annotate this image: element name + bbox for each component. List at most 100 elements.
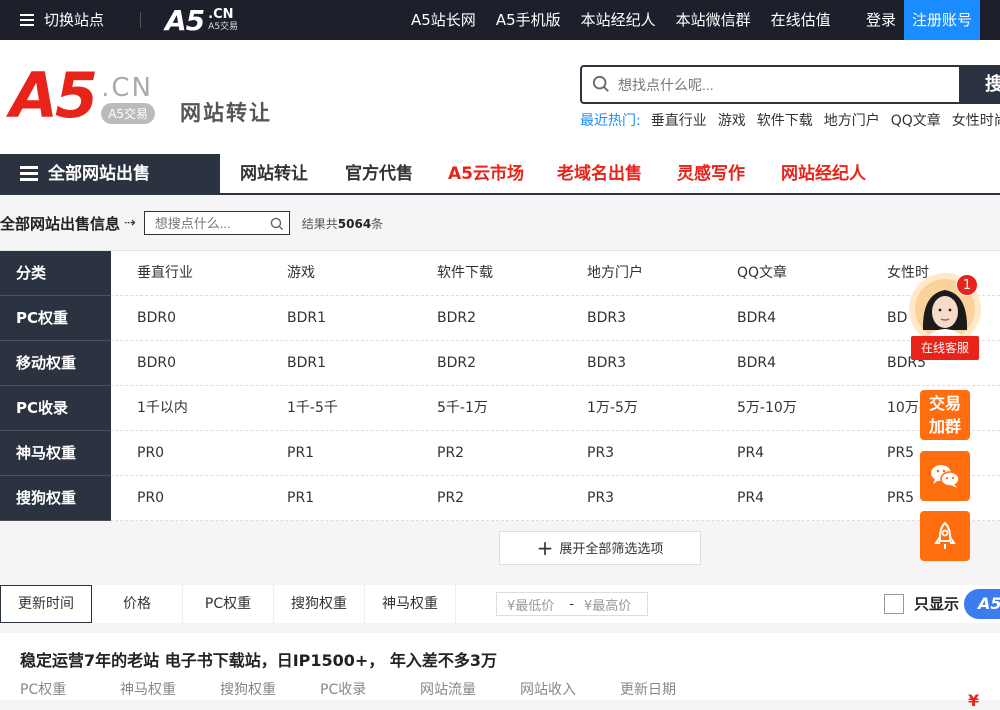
divider (140, 12, 141, 28)
nav-official-sale[interactable]: 官方代售 (345, 154, 413, 194)
filter-option[interactable]: PR3 (587, 431, 614, 476)
menu-icon (20, 166, 38, 182)
filter-option[interactable]: BDR0 (137, 296, 176, 341)
hot-item[interactable]: 女性时尚 (952, 110, 1000, 130)
search-button[interactable]: 搜索 (959, 65, 1000, 104)
results-bar: 全部网站出售信息 ⇢ 结果共5064条 (0, 205, 1000, 241)
filter-option[interactable]: BDR1 (287, 341, 326, 386)
join-group-button[interactable]: 交易 加群 (920, 390, 970, 440)
switch-site-label: 切换站点 (44, 11, 105, 29)
filter-option[interactable]: PR1 (287, 431, 314, 476)
login-link[interactable]: 登录 (866, 0, 896, 40)
hot-item[interactable]: 游戏 (718, 110, 746, 130)
filter-row-shenma-weight: 神马权重 PR0 PR1 PR2 PR3 PR4 PR5 (0, 431, 1000, 476)
search-input[interactable] (618, 67, 948, 102)
filter-option[interactable]: 1万-5万 (587, 386, 638, 431)
sort-update-time[interactable]: 更新时间 (0, 585, 92, 623)
top-link-mobile[interactable]: A5手机版 (496, 0, 561, 40)
filter-option[interactable]: PR2 (437, 476, 464, 521)
filter-option[interactable]: 5千-1万 (437, 386, 488, 431)
all-sites-menu[interactable]: 全部网站出售 (0, 154, 220, 195)
hot-item[interactable]: QQ文章 (891, 110, 941, 130)
filter-option[interactable]: BDR1 (287, 296, 326, 341)
hot-item[interactable]: 地方门户 (824, 110, 880, 130)
filter-option[interactable]: BDR4 (737, 341, 776, 386)
filter-option[interactable]: 1千以内 (137, 386, 188, 431)
price-range: ¥最低价 - ¥最高价 (496, 592, 648, 616)
top-logo-sub: A5交易 (208, 22, 239, 32)
top-link-wechat-group[interactable]: 本站微信群 (676, 0, 751, 40)
filter-option[interactable]: PR1 (287, 476, 314, 521)
filter-option[interactable]: PR3 (587, 476, 614, 521)
filter-option[interactable]: 垂直行业 (137, 251, 193, 296)
filter-option[interactable]: 1千-5千 (287, 386, 338, 431)
expand-filters-button[interactable]: + 展开全部筛选选项 (499, 531, 701, 565)
listing-col: 神马权重 (120, 682, 176, 698)
top-bar: 切换站点 A5 .CN A5交易 A5站长网 A5手机版 本站经纪人 本站微信群… (0, 0, 1000, 40)
filter-option[interactable]: BDR3 (587, 296, 626, 341)
filter-label: PC收录 (0, 386, 111, 431)
filter-label: 搜狗权重 (0, 476, 111, 521)
switch-site-button[interactable]: 切换站点 (20, 0, 104, 40)
page-title: 网站转让 (180, 101, 272, 125)
wechat-button[interactable] (920, 451, 970, 501)
price-min-input[interactable]: ¥最低价 (507, 595, 554, 614)
listing-col: 搜狗权重 (220, 682, 276, 698)
sort-sogou-weight[interactable]: 搜狗权重 (274, 585, 365, 623)
only-show-checkbox[interactable] (884, 594, 904, 614)
header: A5 .CN A5交易 网站转让 搜索 最近热门: 垂直行业 游戏 软件下载 地… (0, 40, 1000, 154)
site-logo[interactable]: A5 .CN A5交易 (10, 65, 156, 127)
filter-option[interactable]: PR2 (437, 431, 464, 476)
sort-shenma-weight[interactable]: 神马权重 (365, 585, 456, 623)
filter-option[interactable]: PR4 (737, 431, 764, 476)
listing-title[interactable]: 稳定运营7年的老站 电子书下载站，日IP1500+， 年入差不多3万 (20, 647, 497, 671)
filter-option[interactable]: BDR0 (137, 341, 176, 386)
logo-pill: A5交易 (101, 103, 156, 124)
filter-option[interactable]: BDR2 (437, 296, 476, 341)
list-search-input[interactable] (144, 212, 265, 234)
listing-col: PC权重 (20, 682, 67, 698)
a5-filter-pill[interactable]: A5 (964, 589, 1000, 619)
filter-option[interactable]: PR5 (887, 431, 914, 476)
online-service-label: 在线客服 (911, 336, 979, 360)
filter-option[interactable]: PR5 (887, 476, 914, 521)
top-link-broker[interactable]: 本站经纪人 (581, 0, 656, 40)
filter-panel: 分类 垂直行业 游戏 软件下载 地方门户 QQ文章 女性时 PC权重 BDR0 … (0, 250, 1000, 521)
filter-option[interactable]: 地方门户 (587, 251, 643, 296)
filter-option[interactable]: PR4 (737, 476, 764, 521)
sort-price[interactable]: 价格 (92, 585, 183, 623)
hot-item[interactable]: 软件下载 (757, 110, 813, 130)
filter-option[interactable]: BDR3 (587, 341, 626, 386)
nav-site-transfer[interactable]: 网站转让 (240, 154, 308, 194)
filter-option[interactable]: BDR4 (737, 296, 776, 341)
top-logo[interactable]: A5 .CN A5交易 (165, 4, 239, 37)
filter-option[interactable]: QQ文章 (737, 251, 787, 296)
filter-option[interactable]: 软件下载 (437, 251, 493, 296)
listing-col: 更新日期 (620, 682, 676, 698)
register-button[interactable]: 注册账号 (904, 0, 980, 40)
filter-option[interactable]: 10万- (887, 386, 924, 431)
top-link-a5[interactable]: A5站长网 (411, 0, 476, 40)
back-to-top-button[interactable] (920, 511, 970, 561)
filter-option[interactable]: BDR2 (437, 341, 476, 386)
nav-inspiration-writing[interactable]: 灵感写作 (677, 154, 745, 194)
rocket-icon (934, 521, 956, 549)
nav-cloud-market[interactable]: A5云市场 (448, 154, 524, 194)
sort-pc-weight[interactable]: PC权重 (183, 585, 274, 623)
main-nav: 全部网站出售 网站转让 官方代售 A5云市场 老域名出售 灵感写作 网站经纪人 (0, 154, 1000, 195)
online-service-widget[interactable]: 1 在线客服 (900, 272, 990, 362)
sort-bar: 更新时间 价格 PC权重 搜狗权重 神马权重 ¥最低价 - ¥最高价 只显示 A… (0, 585, 1000, 623)
top-link-valuation[interactable]: 在线估值 (771, 0, 831, 40)
filter-option[interactable]: 游戏 (287, 251, 315, 296)
result-count: 结果共5064条 (301, 216, 384, 231)
search-icon[interactable] (270, 217, 284, 231)
price-max-input[interactable]: ¥最高价 (584, 595, 631, 614)
nav-old-domain[interactable]: 老域名出售 (557, 154, 642, 194)
filter-option[interactable]: 5万-10万 (737, 386, 797, 431)
filter-option[interactable]: PR0 (137, 476, 164, 521)
nav-site-broker[interactable]: 网站经纪人 (781, 154, 866, 194)
listing-col: PC收录 (320, 682, 367, 698)
filter-option[interactable]: PR0 (137, 431, 164, 476)
top-links: A5站长网 A5手机版 本站经纪人 本站微信群 在线估值 (411, 0, 851, 40)
hot-item[interactable]: 垂直行业 (651, 110, 707, 130)
